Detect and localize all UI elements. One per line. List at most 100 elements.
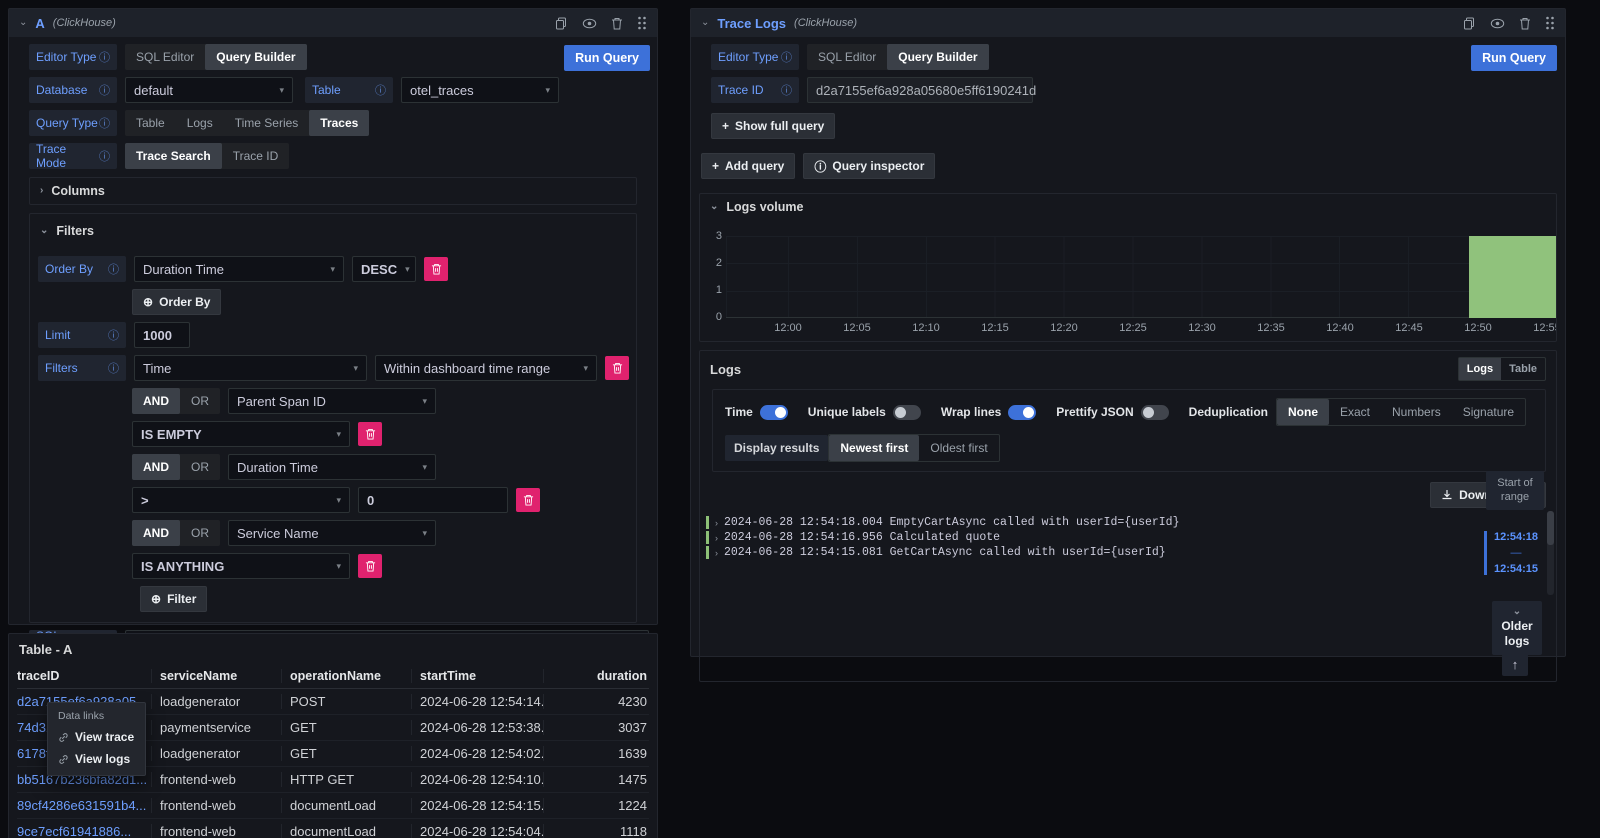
collapse-chevron-icon[interactable]: ⌄ xyxy=(19,18,27,28)
expand-chevron-icon[interactable]: › xyxy=(715,533,718,543)
copy-icon[interactable] xyxy=(1463,17,1476,30)
info-icon[interactable]: ⓘ xyxy=(99,148,110,164)
condition-operator-select[interactable]: IS EMPTY▾ xyxy=(132,421,350,447)
unique-labels-toggle[interactable]: Unique labels xyxy=(808,405,921,420)
condition-operator-select[interactable]: IS ANYTHING▾ xyxy=(132,553,350,579)
trace-id-link[interactable]: 89cf4286e631591b4... xyxy=(17,798,151,813)
sql-editor-option[interactable]: SQL Editor xyxy=(807,44,887,70)
expand-chevron-icon[interactable]: › xyxy=(715,518,718,528)
toggle-switch[interactable] xyxy=(1008,405,1036,420)
display-results-toggle[interactable]: Newest first Oldest first xyxy=(828,434,999,462)
dedup-none-option[interactable]: None xyxy=(1277,399,1329,425)
order-by-field-select[interactable]: Duration Time▾ xyxy=(134,256,344,282)
info-icon[interactable]: ⓘ xyxy=(99,82,110,98)
trace-id-option[interactable]: Trace ID xyxy=(222,143,290,169)
trace-id-input[interactable]: d2a7155ef6a928a05680e5ff6190241d xyxy=(807,77,1033,103)
editor-type-toggle[interactable]: SQL Editor Query Builder xyxy=(125,44,307,70)
log-range-indicator[interactable]: 12:54:18 — 12:54:15 xyxy=(1484,531,1538,575)
eye-icon[interactable] xyxy=(582,18,597,29)
add-filter-button[interactable]: ⊕Filter xyxy=(140,586,207,612)
info-icon[interactable]: ⓘ xyxy=(375,82,386,98)
info-icon[interactable]: ⓘ xyxy=(781,49,792,65)
query-builder-option[interactable]: Query Builder xyxy=(887,44,988,70)
deduplication-toggle[interactable]: None Exact Numbers Signature xyxy=(1276,398,1526,426)
legend-item[interactable]: warningTotal: 0 xyxy=(925,340,1022,342)
or-option[interactable]: OR xyxy=(180,520,220,546)
wrap-lines-toggle[interactable]: Wrap lines xyxy=(941,405,1036,420)
or-option[interactable]: OR xyxy=(180,454,220,480)
condition-field-select[interactable]: Parent Span ID▾ xyxy=(228,388,436,414)
info-icon[interactable]: ⓘ xyxy=(99,115,110,131)
time-toggle[interactable]: Time xyxy=(725,405,788,420)
dedup-numbers-option[interactable]: Numbers xyxy=(1381,399,1452,425)
trash-icon[interactable] xyxy=(611,17,623,30)
query-type-logs-option[interactable]: Logs xyxy=(176,110,224,136)
drag-handle-icon[interactable] xyxy=(1545,16,1555,30)
logs-volume-chart[interactable]: 3 2 1 0 12:00 12:05 12:10 12:15 12:20 12… xyxy=(726,236,1546,318)
and-option[interactable]: AND xyxy=(132,388,180,414)
dedup-exact-option[interactable]: Exact xyxy=(1329,399,1381,425)
trace-logs-title[interactable]: Trace Logs xyxy=(717,16,786,31)
info-icon[interactable]: ⓘ xyxy=(108,360,119,376)
col-traceid[interactable]: traceID xyxy=(17,669,151,683)
trace-search-option[interactable]: Trace Search xyxy=(125,143,222,169)
log-row[interactable]: ›2024-06-28 12:54:18.004 EmptyCartAsync … xyxy=(706,516,1556,529)
info-icon[interactable]: ⓘ xyxy=(781,82,792,98)
editor-type-toggle[interactable]: SQL Editor Query Builder xyxy=(807,44,989,70)
toggle-switch[interactable] xyxy=(893,405,921,420)
filter-field-select[interactable]: Time▾ xyxy=(134,355,367,381)
toggle-switch[interactable] xyxy=(760,405,788,420)
logs-view-option[interactable]: Logs xyxy=(1459,358,1501,380)
sql-editor-option[interactable]: SQL Editor xyxy=(125,44,205,70)
table-select[interactable]: otel_traces▾ xyxy=(401,77,559,103)
col-operationname[interactable]: operationName xyxy=(281,669,411,683)
trash-icon[interactable] xyxy=(1519,17,1531,30)
run-query-button[interactable]: Run Query xyxy=(1471,45,1557,71)
query-builder-option[interactable]: Query Builder xyxy=(205,44,306,70)
drag-handle-icon[interactable] xyxy=(637,16,647,30)
condition-value-input[interactable]: 0 xyxy=(358,487,508,513)
newest-first-option[interactable]: Newest first xyxy=(829,435,919,461)
scrollbar-thumb[interactable] xyxy=(1547,511,1554,545)
and-option[interactable]: AND xyxy=(132,520,180,546)
col-starttime[interactable]: startTime xyxy=(411,669,543,683)
query-type-table-option[interactable]: Table xyxy=(125,110,176,136)
remove-condition-button[interactable] xyxy=(358,422,382,446)
trace-id-link[interactable]: 9ce7ecf61941886... xyxy=(17,824,151,838)
query-inspector-button[interactable]: ⓘQuery inspector xyxy=(803,153,935,179)
older-logs-button[interactable]: ⌄ Older logs xyxy=(1492,601,1542,655)
legend-item[interactable]: traceTotal: 0 xyxy=(1230,340,1313,342)
add-query-button[interactable]: +Add query xyxy=(701,153,795,179)
and-or-toggle[interactable]: AND OR xyxy=(132,388,220,414)
add-order-by-button[interactable]: ⊕Order By xyxy=(132,289,221,315)
table-view-option[interactable]: Table xyxy=(1501,358,1545,380)
legend-item[interactable]: errorTotal: 0 xyxy=(830,340,912,342)
logs-volume-header[interactable]: ⌄ Logs volume xyxy=(700,194,1556,220)
query-type-traces-option[interactable]: Traces xyxy=(309,110,369,136)
filters-section-header[interactable]: ⌄ Filters xyxy=(30,218,636,244)
legend-item[interactable]: infoTotal: 3 xyxy=(1036,340,1112,342)
info-logs-bar[interactable] xyxy=(1469,236,1557,318)
collapse-chevron-icon[interactable]: ⌄ xyxy=(701,18,709,28)
info-icon[interactable]: ⓘ xyxy=(108,261,119,277)
info-icon[interactable]: ⓘ xyxy=(108,327,119,343)
remove-order-by-button[interactable] xyxy=(424,257,448,281)
show-full-query-button[interactable]: +Show full query xyxy=(711,113,835,139)
dedup-signature-option[interactable]: Signature xyxy=(1452,399,1525,425)
limit-input[interactable]: 1000 xyxy=(134,322,190,348)
or-option[interactable]: OR xyxy=(180,388,220,414)
toggle-switch[interactable] xyxy=(1141,405,1169,420)
trace-mode-toggle[interactable]: Trace Search Trace ID xyxy=(125,143,289,169)
and-or-toggle[interactable]: AND OR xyxy=(132,520,220,546)
legend-item[interactable]: debugTotal: 0 xyxy=(1127,340,1216,342)
panel-a-title[interactable]: A xyxy=(35,16,44,31)
legend-item[interactable]: unknownTotal: 0 xyxy=(1327,340,1430,342)
oldest-first-option[interactable]: Oldest first xyxy=(919,435,998,461)
scroll-to-top-button[interactable]: ↑ xyxy=(1502,654,1528,676)
col-duration[interactable]: duration xyxy=(543,669,649,683)
and-or-toggle[interactable]: AND OR xyxy=(132,454,220,480)
legend-item[interactable]: criticalTotal: 0 xyxy=(726,340,816,342)
logs-view-toggle[interactable]: Logs Table xyxy=(1458,357,1546,381)
view-logs-menu-item[interactable]: View logs xyxy=(48,748,145,770)
prettify-json-toggle[interactable]: Prettify JSON xyxy=(1056,405,1168,420)
